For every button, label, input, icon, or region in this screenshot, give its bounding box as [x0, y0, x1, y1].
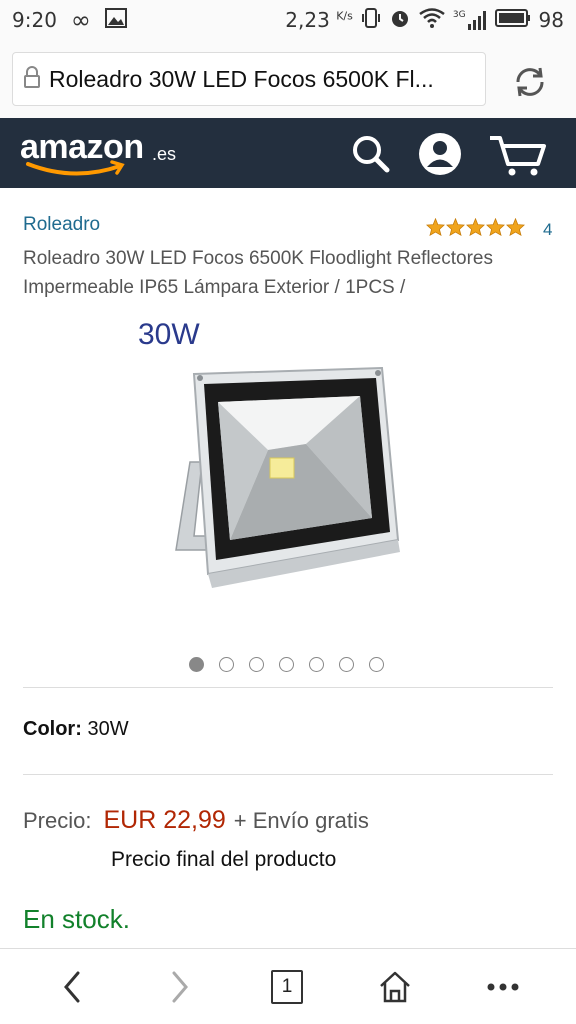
site-header: amazon .es: [0, 118, 576, 188]
carousel-dot[interactable]: [309, 657, 324, 672]
color-selector[interactable]: Color: 30W: [23, 718, 129, 741]
star-rating[interactable]: [426, 218, 525, 236]
url-text: Roleadro 30W LED Focos 6500K Fl...: [49, 65, 434, 92]
carousel-dot[interactable]: [339, 657, 354, 672]
network-speed: 2,23 K/s: [285, 8, 353, 32]
product-image[interactable]: 30W: [128, 312, 448, 622]
status-bar: 9:20 ∞ 2,23 K/s 3G 98: [0, 0, 576, 40]
price-row: Precio: EUR 22,99 + Envío gratis: [23, 806, 369, 835]
carousel-dot[interactable]: [219, 657, 234, 672]
color-value: 30W: [87, 718, 129, 740]
star-icon: [486, 218, 505, 236]
reload-icon[interactable]: [510, 62, 550, 102]
battery-icon: [494, 8, 531, 32]
address-field[interactable]: Roleadro 30W LED Focos 6500K Fl...: [12, 52, 486, 106]
back-icon[interactable]: [50, 967, 94, 1007]
star-icon: [426, 218, 445, 236]
amazon-logo[interactable]: amazon .es: [20, 126, 190, 180]
lock-icon: [23, 66, 41, 92]
carousel-dot[interactable]: [369, 657, 384, 672]
divider: [23, 687, 553, 688]
browser-bottom-nav: 1: [0, 948, 576, 1024]
wifi-icon: [419, 7, 445, 33]
price-label: Precio:: [23, 808, 92, 833]
tab-count: 1: [271, 970, 303, 1004]
more-menu-icon[interactable]: [481, 967, 525, 1007]
stock-status: En stock.: [23, 904, 130, 934]
alarm-icon: [389, 7, 411, 34]
carousel-dot[interactable]: [279, 657, 294, 672]
shipping-info: + Envío gratis: [233, 808, 369, 833]
url-bar: Roleadro 30W LED Focos 6500K Fl...: [0, 40, 576, 118]
image-notification-icon: [104, 7, 127, 33]
star-icon: [446, 218, 465, 236]
color-label: Color:: [23, 718, 82, 740]
amazon-smile-icon: [26, 160, 125, 176]
brand-link[interactable]: Roleadro: [23, 214, 100, 236]
account-icon[interactable]: [416, 130, 464, 178]
home-icon[interactable]: [373, 967, 417, 1007]
divider: [23, 774, 553, 775]
infinity-icon: ∞: [70, 6, 91, 34]
status-time: 9:20: [12, 8, 57, 32]
price-value: EUR 22,99: [103, 806, 226, 834]
floodlight-illustration: [175, 366, 400, 588]
vibrate-icon: [361, 7, 381, 34]
star-icon: [506, 218, 525, 236]
search-icon[interactable]: [347, 130, 395, 178]
forward-icon[interactable]: [158, 967, 202, 1007]
signal-icon: 3G: [453, 10, 487, 30]
image-carousel-dots: [189, 657, 384, 672]
image-wattage-label: 30W: [138, 318, 200, 351]
battery-level: 98: [538, 8, 564, 32]
carousel-dot[interactable]: [249, 657, 264, 672]
carousel-dot[interactable]: [189, 657, 204, 672]
final-price-note: Precio final del producto: [111, 848, 337, 871]
tabs-button[interactable]: 1: [265, 967, 309, 1007]
star-icon: [466, 218, 485, 236]
cart-icon[interactable]: [488, 130, 548, 178]
product-title: Roleadro 30W LED Focos 6500K Floodlight …: [23, 248, 493, 298]
rating-count[interactable]: 4: [543, 220, 552, 240]
